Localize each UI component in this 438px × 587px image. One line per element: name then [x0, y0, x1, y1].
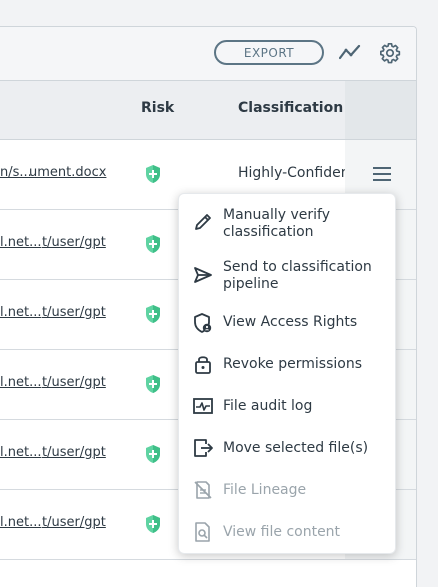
file-path-cell: l.net... — [0, 305, 41, 320]
column-header-risk[interactable]: Risk — [141, 100, 174, 116]
menu-item-label: Send to classification pipeline — [223, 259, 372, 292]
shield-icon — [144, 164, 162, 184]
table-toolbar: EXPORT — [0, 27, 416, 80]
file-path-link[interactable]: n/s... — [0, 165, 32, 180]
trend-chart-icon[interactable] — [339, 42, 361, 64]
audit-log-icon — [192, 395, 214, 417]
file-path-cell: n/s... — [0, 165, 32, 180]
file-name-link[interactable]: t/user/gpt — [42, 445, 106, 460]
shield-user-icon — [192, 312, 214, 334]
file-path-link[interactable]: l.net... — [0, 445, 41, 460]
column-header-classification[interactable]: Classification — [238, 100, 343, 116]
file-path-cell: l.net... — [0, 235, 41, 250]
file-name-link[interactable]: t/user/gpt — [42, 305, 106, 320]
file-path-cell: l.net... — [0, 515, 41, 530]
file-path-cell: l.net... — [0, 375, 41, 390]
shield-icon — [144, 234, 162, 254]
file-path-cell: l.net... — [0, 445, 41, 460]
menu-item-label: Move selected file(s) — [223, 440, 369, 456]
send-icon — [192, 264, 214, 286]
export-button[interactable]: EXPORT — [214, 40, 324, 65]
file-path-link[interactable]: l.net... — [0, 305, 41, 320]
menu-item-label: Revoke permissions — [223, 356, 362, 372]
pencil-icon — [192, 211, 214, 233]
menu-item-label: View Access Rights — [223, 314, 358, 330]
file-name-link[interactable]: t/user/gpt — [42, 375, 106, 390]
table-header: Risk Classification — [0, 80, 416, 140]
classification-cell: Highly-Confiden — [238, 165, 350, 181]
file-name-link[interactable]: t/user/gpt — [42, 235, 106, 250]
lock-icon — [192, 353, 214, 375]
file-search-icon — [192, 521, 214, 543]
shield-icon — [144, 514, 162, 534]
file-name-link[interactable]: ument.docx — [29, 165, 106, 180]
menu-item-label: File audit log — [223, 398, 313, 414]
move-file-icon — [192, 437, 214, 459]
row-actions-menu: Manually verify classification Send to c… — [178, 193, 396, 554]
row-menu-button[interactable] — [372, 166, 392, 182]
file-name-link[interactable]: t/user/gpt — [42, 515, 106, 530]
shield-icon — [144, 304, 162, 324]
actions-column-header — [345, 81, 416, 139]
lineage-icon — [192, 479, 214, 501]
menu-item-label: File Lineage — [223, 482, 307, 498]
shield-icon — [144, 374, 162, 394]
file-path-link[interactable]: l.net... — [0, 235, 41, 250]
gear-icon[interactable] — [379, 42, 401, 64]
menu-item-label: Manually verify classification — [223, 207, 331, 240]
file-path-link[interactable]: l.net... — [0, 515, 41, 530]
shield-icon — [144, 444, 162, 464]
file-path-link[interactable]: l.net... — [0, 375, 41, 390]
menu-item-label: View file content — [223, 524, 341, 540]
